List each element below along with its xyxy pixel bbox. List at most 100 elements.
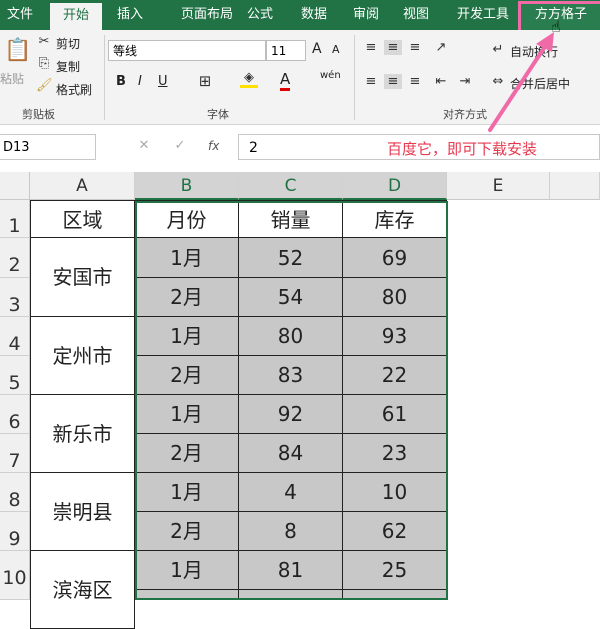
phonetic-button[interactable]: wén [320, 70, 341, 81]
stock-cell[interactable]: 23 [343, 434, 447, 473]
align-right-icon[interactable]: ≡ [406, 74, 424, 89]
align-center-icon[interactable]: ≡ [384, 74, 402, 89]
font-size-select[interactable]: 11 [266, 40, 306, 61]
month-cell[interactable]: 1月 [135, 238, 239, 278]
region-cell[interactable]: 安国市 [30, 238, 135, 317]
row-header-9[interactable]: 9 [0, 512, 30, 551]
month-cell[interactable]: 1月 [135, 317, 239, 356]
paste-icon[interactable]: 📋 [4, 38, 31, 63]
region-cell[interactable]: 定州市 [30, 317, 135, 395]
name-box[interactable]: D13 [0, 134, 96, 160]
increase-indent-icon[interactable]: ⇥ [456, 74, 474, 89]
tab-view[interactable]: 视图 [396, 0, 436, 30]
row-header-4[interactable]: 4 [0, 317, 30, 356]
italic-button[interactable]: I [138, 74, 142, 89]
align-left-icon[interactable]: ≡ [362, 74, 380, 89]
row-header-6[interactable]: 6 [0, 395, 30, 434]
annotation-text: 百度它，即可下载安装 [387, 140, 538, 158]
row-header-10[interactable]: 10 [0, 551, 30, 600]
month-cell[interactable] [135, 590, 239, 600]
tab-data[interactable]: 数据 [292, 0, 336, 30]
tab-review[interactable]: 审阅 [346, 0, 386, 30]
font-group-label: 字体 [207, 108, 229, 121]
row-header-5[interactable]: 5 [0, 356, 30, 395]
mouse-pointer-icon: ☝ [551, 17, 561, 36]
stock-cell[interactable]: 62 [343, 512, 447, 551]
stock-cell[interactable]: 69 [343, 238, 447, 278]
tab-home[interactable]: 开始 [50, 3, 102, 30]
stock-cell[interactable]: 93 [343, 317, 447, 356]
align-bottom-icon[interactable]: ≡ [406, 40, 424, 55]
column-header-a[interactable]: A [30, 172, 135, 200]
sales-cell[interactable]: 80 [239, 317, 343, 356]
clipboard-group-label: 剪贴板 [22, 108, 55, 121]
table-header-region[interactable]: 区域 [30, 200, 135, 238]
month-cell[interactable]: 2月 [135, 434, 239, 473]
sales-cell[interactable]: 8 [239, 512, 343, 551]
decrease-indent-icon[interactable]: ⇤ [432, 74, 450, 89]
increase-font-button[interactable]: A [312, 41, 322, 57]
row-header-1[interactable]: 1 [0, 200, 30, 238]
month-cell[interactable]: 1月 [135, 551, 239, 590]
stock-cell[interactable]: 22 [343, 356, 447, 395]
row-header-2[interactable]: 2 [0, 238, 30, 278]
tab-formulas[interactable]: 公式 [238, 0, 282, 30]
column-header-c[interactable]: C [239, 172, 343, 200]
copy-icon: ⎘ [38, 56, 50, 71]
orientation-icon[interactable]: ↗ [430, 40, 452, 55]
decrease-font-button[interactable]: A [332, 43, 340, 56]
region-cell[interactable]: 新乐市 [30, 395, 135, 473]
month-cell[interactable]: 2月 [135, 512, 239, 551]
row-header-7[interactable]: 7 [0, 434, 30, 473]
border-icon[interactable]: ⊞ [196, 72, 214, 90]
annotation-arrow [488, 32, 554, 132]
month-cell[interactable]: 1月 [135, 473, 239, 512]
column-header-d[interactable]: D [343, 172, 447, 200]
sales-cell[interactable]: 54 [239, 278, 343, 317]
bold-button[interactable]: B [116, 74, 126, 89]
month-cell[interactable]: 1月 [135, 395, 239, 434]
stock-cell[interactable] [343, 590, 447, 600]
month-cell[interactable]: 2月 [135, 278, 239, 317]
fill-color-icon[interactable]: ◈ [240, 70, 258, 88]
table-header-stock[interactable]: 库存 [343, 200, 447, 238]
column-header-b[interactable]: B [135, 172, 239, 200]
paste-button[interactable]: 粘贴 [0, 70, 24, 87]
sales-cell[interactable] [239, 590, 343, 600]
align-middle-icon[interactable]: ≡ [384, 40, 402, 55]
row-header-3[interactable]: 3 [0, 278, 30, 317]
sales-cell[interactable]: 83 [239, 356, 343, 395]
select-all-corner[interactable] [0, 172, 30, 200]
sales-cell[interactable]: 4 [239, 473, 343, 512]
scissors-icon: ✂ [38, 34, 50, 49]
stock-cell[interactable]: 61 [343, 395, 447, 434]
font-color-button[interactable]: A [280, 70, 291, 91]
align-top-icon[interactable]: ≡ [362, 40, 380, 55]
enter-icon[interactable]: ✓ [172, 138, 188, 153]
cancel-icon[interactable]: ✕ [136, 138, 152, 153]
divider [104, 35, 105, 120]
underline-button[interactable]: U [158, 74, 168, 89]
stock-cell[interactable]: 25 [343, 551, 447, 590]
column-header-e[interactable]: E [447, 172, 550, 200]
sales-cell[interactable]: 81 [239, 551, 343, 590]
font-name-select[interactable]: 等线 [108, 40, 266, 61]
function-button[interactable]: fx [208, 139, 219, 153]
format-painter-button[interactable]: 格式刷 [56, 81, 92, 98]
table-header-month[interactable]: 月份 [135, 200, 239, 238]
column-header-f[interactable] [550, 172, 600, 200]
stock-cell[interactable]: 80 [343, 278, 447, 317]
table-header-sales[interactable]: 销量 [239, 200, 343, 238]
sales-cell[interactable]: 84 [239, 434, 343, 473]
tab-insert[interactable]: 插入 [108, 0, 152, 30]
region-cell[interactable]: 滨海区 [30, 551, 135, 629]
stock-cell[interactable]: 10 [343, 473, 447, 512]
sales-cell[interactable]: 52 [239, 238, 343, 278]
cut-button[interactable]: 剪切 [56, 35, 80, 52]
region-cell[interactable]: 崇明县 [30, 473, 135, 551]
sales-cell[interactable]: 92 [239, 395, 343, 434]
month-cell[interactable]: 2月 [135, 356, 239, 395]
tab-file[interactable]: 文件 [0, 0, 40, 30]
row-header-8[interactable]: 8 [0, 473, 30, 512]
copy-button[interactable]: 复制 [56, 58, 80, 75]
